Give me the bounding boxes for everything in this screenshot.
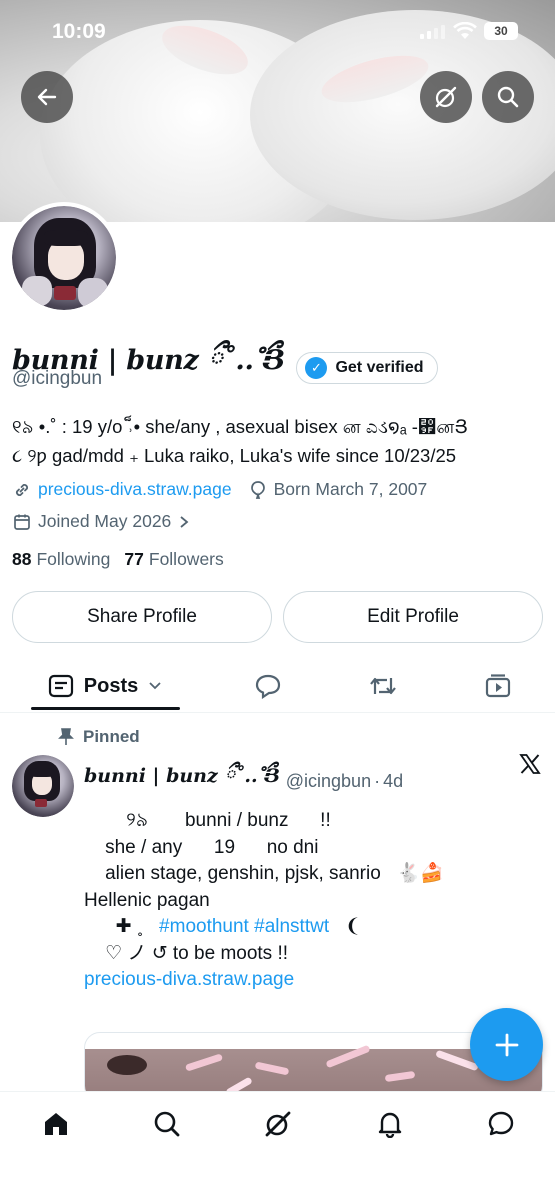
avatar-image (12, 206, 116, 310)
tab-posts-label: Posts (83, 674, 139, 697)
nav-grok[interactable] (262, 1108, 294, 1140)
post-author-avatar[interactable] (12, 755, 74, 817)
bio-line: ૮ ୨ƿ gad/mdd ₊ Luka raiko, Luka's wife s… (12, 445, 457, 466)
nav-home[interactable] (40, 1108, 72, 1140)
reposts-icon (370, 677, 396, 695)
home-icon (45, 1113, 67, 1135)
tab-media[interactable] (470, 660, 526, 712)
post-line-text: ✚ ˳ (84, 916, 160, 937)
grok-icon (435, 86, 457, 108)
post-line-text: ❨ (329, 916, 361, 937)
verified-check-icon: ✓ (305, 357, 328, 379)
profile-joined-row[interactable]: Joined May 2026 (12, 511, 189, 532)
tab-posts[interactable]: Posts (30, 660, 180, 712)
chevron-down-icon (149, 682, 161, 690)
battery-indicator: 30 (484, 22, 518, 40)
bio-line: ୧৯ •.˚ : 19 y/o ˒็• she/any , asexual bi… (12, 416, 468, 437)
follow-stats: 88 Following 77 Followers (12, 549, 224, 570)
post-line: she / any 19 no dni (84, 836, 319, 858)
profile-banner[interactable]: 10:09 30 (0, 0, 555, 222)
post-link[interactable]: precious-diva.straw.page (84, 967, 524, 994)
followers-label: Followers (148, 549, 224, 569)
share-profile-button[interactable]: Share Profile (12, 591, 272, 643)
tab-reposts[interactable] (355, 660, 411, 712)
status-time: 10:09 (52, 20, 106, 43)
post-author-name[interactable]: bunni | bunz ྀ˚․․˚ྀՅ (84, 754, 280, 808)
active-tab-indicator (31, 707, 180, 710)
compose-button[interactable] (470, 1008, 543, 1081)
post-line: ♡ ノ ↺ to be moots !! (84, 942, 289, 964)
post-text: ୨৯ bunni / bunz !! she / any 19 no dni a… (84, 808, 524, 994)
following-link[interactable]: 88 Following (12, 549, 110, 570)
chevron-right-icon (180, 515, 189, 528)
search-icon (497, 86, 519, 108)
pinned-label: Pinned (83, 727, 140, 746)
post-line: ✚ ˳ #moothunt #alnsttwt ❨ (84, 914, 524, 941)
posts-icon (48, 674, 73, 698)
profile-website-link[interactable]: precious-diva.straw.page (38, 479, 232, 500)
profile-meta-row: precious-diva.straw.page Born March 7, 2… (12, 479, 427, 500)
profile-bio: ୧৯ •.˚ : 19 y/o ˒็• she/any , asexual bi… (12, 412, 547, 470)
media-icon (485, 674, 511, 698)
search-button[interactable] (482, 71, 534, 123)
profile-handle: @icingbun (12, 368, 103, 389)
separator-dot: · (374, 770, 381, 791)
replies-icon (255, 674, 281, 699)
post-header: bunni | bunz ྀ˚․․˚ྀՅ @icingbun · 4d (84, 754, 403, 808)
pinned-indicator: Pinned (58, 727, 140, 747)
following-count: 88 (12, 549, 32, 569)
explore-icon (154, 1111, 180, 1137)
notifications-icon (378, 1112, 402, 1138)
post-age: 4d (383, 770, 404, 791)
messages-icon (488, 1111, 514, 1136)
profile-joined: Joined May 2026 (38, 511, 172, 531)
get-verified-button[interactable]: ✓ Get verified (296, 352, 439, 384)
nav-notifications[interactable] (374, 1108, 406, 1140)
pin-icon (58, 728, 74, 745)
grok-button[interactable] (420, 71, 472, 123)
edit-profile-button[interactable]: Edit Profile (283, 591, 543, 643)
tab-replies[interactable] (240, 660, 296, 712)
profile-birthday: Born March 7, 2007 (273, 479, 428, 499)
following-label: Following (36, 549, 111, 569)
followers-link[interactable]: 77 Followers (124, 549, 223, 570)
post-line: Hellenic pagan (84, 889, 210, 911)
hashtag-link[interactable]: #alnsttwt (254, 916, 329, 937)
avatar-image (12, 755, 74, 817)
hashtag-link[interactable]: #moothunt (159, 916, 249, 937)
status-bar: 10:09 30 (0, 18, 555, 46)
post-line: ୨৯ bunni / bunz !! (84, 810, 331, 831)
calendar-icon (12, 512, 32, 532)
post-line: alien stage, genshin, pjsk, sanrio 🐇🍰 (84, 863, 444, 884)
nav-explore[interactable] (151, 1108, 183, 1140)
nav-messages[interactable] (485, 1108, 517, 1140)
grok-nav-icon (265, 1111, 291, 1137)
wifi-icon (453, 22, 477, 39)
profile-tabs: Posts (0, 660, 555, 712)
link-icon (12, 480, 32, 500)
birthday-icon (248, 480, 268, 500)
bottom-navigation (0, 1091, 555, 1200)
followers-count: 77 (124, 549, 144, 569)
x-logo-icon[interactable] (518, 752, 542, 776)
back-button[interactable] (21, 71, 73, 123)
get-verified-label: Get verified (335, 359, 424, 376)
signal-icon (420, 25, 445, 39)
post-author-handle[interactable]: @icingbun (286, 771, 371, 792)
back-arrow-icon (37, 88, 57, 106)
profile-avatar[interactable] (8, 202, 120, 314)
compose-plus-icon (495, 1033, 518, 1056)
divider (0, 712, 555, 713)
